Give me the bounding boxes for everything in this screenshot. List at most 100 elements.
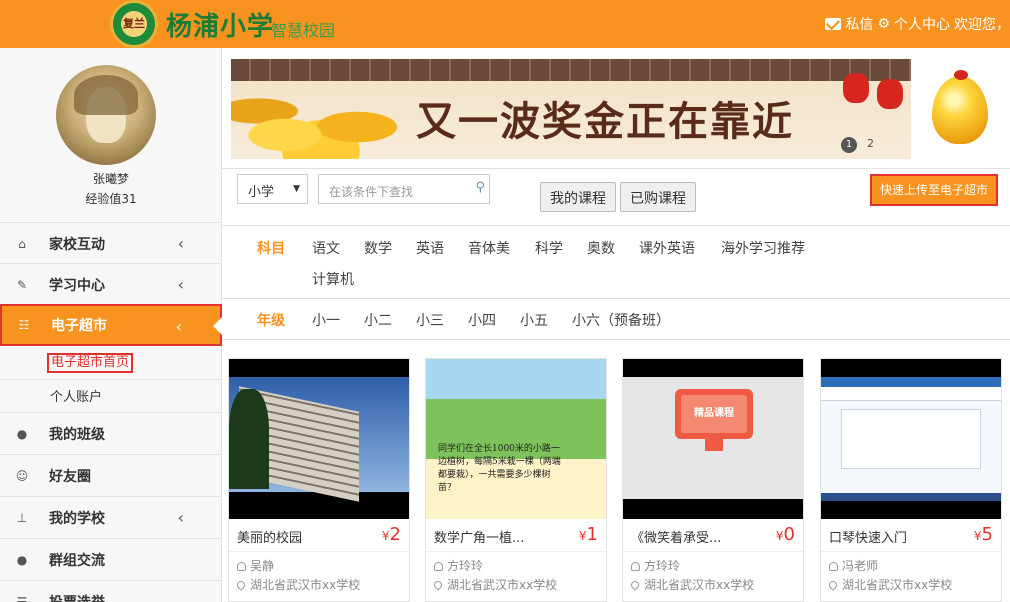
grade-option[interactable]: 小六（预备班） [572, 310, 670, 330]
cart-icon: ☷ [18, 318, 30, 332]
sidebar-item-e-supermarket[interactable]: ☷ 电子超市 ‹ [0, 304, 222, 346]
school-name: 杨浦小学 [166, 12, 275, 42]
course-thumbnail[interactable]: 同学们在全长1000米的小路一边植树，每隔5米栽一棵（两端都要栽），一共需要多少… [426, 359, 606, 519]
thumb-page-header [821, 387, 1001, 401]
course-price: ¥2 [382, 524, 401, 545]
course-author: 吴静 [237, 557, 274, 574]
course-author-name: 吴静 [250, 559, 275, 573]
subject-option[interactable]: 英语 [416, 238, 444, 258]
course-title[interactable]: 口琴快速入门 [829, 527, 907, 546]
user-icon [237, 562, 246, 571]
sidebar-item-home-school[interactable]: ⌂ 家校互动 ‹ [0, 222, 222, 264]
course-card[interactable]: 精品课程 《微笑着承受... ¥0 方玲玲 湖北省武汉市xx学校 [622, 358, 804, 602]
tab-purchased-courses[interactable]: 已购课程 [620, 182, 696, 212]
smile-icon: ☺ [15, 468, 29, 483]
course-title[interactable]: 美丽的校园 [237, 527, 302, 546]
sidebar-item-friends[interactable]: ☺ 好友圈 [0, 454, 222, 496]
user-experience: 经验值31 [85, 192, 137, 206]
subject-option[interactable]: 音体美 [468, 238, 510, 258]
logo-seal-text: 复兰 [121, 11, 147, 37]
course-card[interactable]: 同学们在全长1000米的小路一边植树，每隔5米栽一棵（两端都要栽），一共需要多少… [425, 358, 607, 602]
carousel-page-2[interactable]: 2 [867, 137, 874, 150]
course-thumbnail[interactable] [821, 359, 1001, 519]
vote-icon: ☰ [16, 594, 28, 602]
gold-ingots-image [231, 79, 411, 159]
grade-option[interactable]: 小二 [364, 310, 392, 330]
user-icon [631, 562, 640, 571]
subject-option[interactable]: 课外英语 [639, 238, 695, 258]
gear-icon: ⚙ [877, 16, 890, 32]
egg-bow [954, 70, 968, 80]
course-title[interactable]: 数学广角一植... [434, 527, 524, 546]
chevron-left-icon: ‹ [177, 275, 184, 294]
currency-symbol: ¥ [381, 529, 390, 543]
course-school: 湖北省武汉市xx学校 [432, 576, 558, 593]
sidebar-subitem-personal-account[interactable]: 个人账户 [0, 379, 222, 411]
card-divider [623, 551, 803, 552]
grade-option[interactable]: 小四 [468, 310, 496, 330]
subject-option[interactable]: 语文 [312, 238, 340, 258]
grade-option[interactable]: 小一 [312, 310, 340, 330]
thumb-caption: 同学们在全长1000米的小路一边植树，每隔5米栽一棵（两端都要栽），一共需要多少… [438, 444, 561, 493]
course-school: 湖北省武汉市xx学校 [629, 576, 754, 593]
course-thumbnail[interactable] [229, 359, 409, 519]
profile-center-link[interactable]: 个人中心 [894, 14, 950, 34]
course-card[interactable]: 口琴快速入门 ¥5 冯老师 湖北省武汉市xx学校 [820, 358, 1002, 602]
sidebar-item-label: 投票选举 [49, 592, 105, 602]
course-author: 冯老师 [829, 557, 878, 574]
active-indicator [213, 317, 222, 335]
caret-down-icon: ▼ [293, 184, 300, 194]
welcome-text: 欢迎您， [954, 17, 1010, 33]
sidebar-item-label: 家校互动 [49, 236, 105, 253]
course-card[interactable]: 美丽的校园 ¥2 吴静 湖北省武汉市xx学校 [228, 358, 410, 602]
sidebar-item-label: 群组交流 [49, 552, 105, 569]
grade-heading: 年级 [257, 313, 285, 329]
sidebar-item-label: 学习中心 [49, 277, 105, 294]
map-pin-icon [827, 579, 839, 591]
grade-option[interactable]: 小三 [416, 310, 444, 330]
subject-option[interactable]: 计算机 [312, 269, 354, 289]
monitor-stand [705, 439, 723, 451]
course-price: ¥0 [776, 524, 795, 545]
banner-slogan: 又一波奖金正在靠近 [416, 99, 794, 145]
sidebar-item-learning-center[interactable]: ✎ 学习中心 ‹ [0, 263, 222, 305]
avatar[interactable] [56, 65, 156, 165]
monitor-icon: 精品课程 [675, 389, 753, 439]
thumb-page-panel [841, 409, 981, 469]
filter-bar: 小学 ▼ 在该条件下查找 ⚲ 我的课程 已购课程 快速上传至电子超市 [222, 168, 1010, 226]
sitemap-icon: ⊥ [16, 510, 28, 525]
currency-symbol: ¥ [775, 529, 784, 543]
sidebar-subitem-label: 个人账户 [50, 390, 103, 405]
search-input[interactable]: 在该条件下查找 ⚲ [318, 174, 490, 204]
tab-my-courses[interactable]: 我的课程 [540, 182, 616, 212]
sidebar-item-my-class[interactable]: ● 我的班级 [0, 412, 222, 454]
course-school-name: 湖北省武汉市xx学校 [447, 578, 558, 592]
quick-upload-button[interactable]: 快速上传至电子超市 [870, 174, 998, 206]
subject-option[interactable]: 海外学习推荐 [721, 238, 805, 258]
course-price: ¥1 [579, 524, 598, 545]
carousel-page-1[interactable]: 1 [841, 137, 857, 153]
subject-option[interactable]: 数学 [364, 238, 392, 258]
subject-heading: 科目 [257, 241, 285, 257]
header-user-nav: 私信 ⚙ 个人中心 欢迎您， [825, 14, 1010, 34]
school-logo[interactable]: 复兰 [110, 0, 158, 48]
sidebar-subitem-supermarket-home[interactable]: 电子超市首页 [0, 347, 222, 379]
search-icon[interactable]: ⚲ [475, 180, 485, 195]
subject-option[interactable]: 科学 [535, 238, 563, 258]
group-icon: ● [16, 552, 28, 567]
level-select-value: 小学 [248, 185, 275, 200]
messages-link[interactable]: 私信 [845, 14, 873, 34]
sidebar-item-label: 我的班级 [49, 426, 105, 443]
sidebar-item-group-chat[interactable]: ● 群组交流 [0, 538, 222, 580]
lantern-icon [877, 79, 903, 109]
course-title[interactable]: 《微笑着承受... [631, 527, 721, 546]
level-select[interactable]: 小学 ▼ [237, 174, 308, 204]
grade-option[interactable]: 小五 [520, 310, 548, 330]
promo-banner[interactable]: 又一波奖金正在靠近 1 2 [231, 59, 911, 159]
sidebar-item-voting[interactable]: ☰ 投票选举 [0, 580, 222, 602]
map-pin-icon [432, 579, 444, 591]
sidebar-item-my-school[interactable]: ⊥ 我的学校 ‹ [0, 496, 222, 538]
golden-egg-icon[interactable] [932, 70, 988, 144]
course-thumbnail[interactable]: 精品课程 [623, 359, 803, 519]
subject-option[interactable]: 奥数 [587, 238, 615, 258]
